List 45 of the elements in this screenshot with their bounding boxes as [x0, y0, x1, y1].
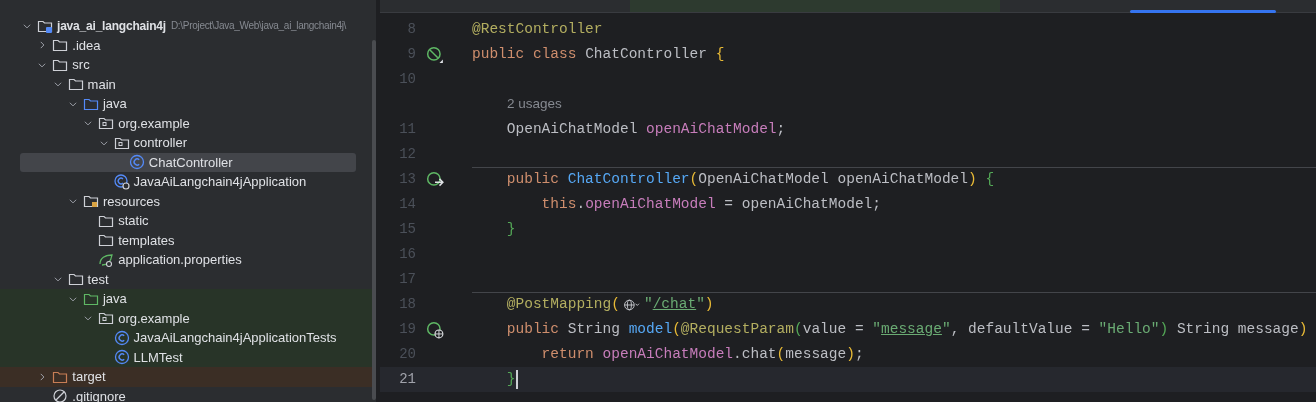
package-icon [98, 310, 115, 327]
tree-item[interactable]: org.example [20, 113, 356, 133]
tree-item[interactable]: java_ai_langchain4j D:\Project\Java_Web\java_ai_langchain4j\ [20, 16, 356, 36]
tree-item[interactable]: main [20, 74, 356, 94]
class-icon [128, 154, 145, 171]
tree-item[interactable]: test [20, 269, 356, 289]
code-line: return openAiChatModel.chat(message); [540, 344, 864, 364]
leaf-icon [98, 251, 115, 268]
tree-item[interactable]: .idea [20, 35, 356, 55]
tree-item[interactable]: static [20, 211, 356, 231]
tree-item[interactable]: src [20, 55, 356, 75]
code-line: OpenAiChatModel openAiChatModel; [505, 119, 786, 139]
code-line: } [505, 369, 518, 391]
code-line: public class ChatController { [472, 44, 725, 64]
folder-icon [98, 232, 115, 249]
spring-class-icon [113, 173, 130, 190]
folder-icon [67, 271, 84, 288]
code-line: public ChatController(OpenAiChatModel openAiChatModel) { [505, 170, 995, 190]
text-cursor [515, 370, 518, 389]
package-icon [98, 115, 115, 132]
folder-icon [52, 37, 69, 54]
tree-item[interactable]: controller [20, 133, 356, 153]
prohibited-icon [52, 388, 69, 402]
code-line: this.openAiChatModel = openAiChatModel; [540, 194, 881, 214]
resources-folder-icon [82, 193, 99, 210]
project-path: D:\Project\Java_Web\java_ai_langchain4j\ [170, 19, 347, 34]
tree-item[interactable]: ChatController [20, 152, 356, 172]
web-endpoint-icon [426, 320, 444, 339]
class-icon [113, 329, 130, 346]
tree-item[interactable]: resources [20, 191, 356, 211]
bean-icon [426, 45, 444, 64]
tree-item[interactable]: application.properties [20, 250, 356, 270]
tree-item[interactable]: JavaAiLangchain4jApplication [20, 172, 356, 192]
line-number: 21 [398, 370, 416, 389]
code-line: @PostMapping( "/chat") [505, 295, 714, 315]
code-line: } [505, 219, 516, 239]
tree-item[interactable]: java [20, 94, 356, 114]
code-line: public String model(@RequestParam(value = "message", defaultValue = "Hello") String message) [505, 319, 1308, 339]
tree-item[interactable]: templates [20, 230, 356, 250]
folder-icon [67, 76, 84, 93]
class-icon [113, 349, 130, 366]
scrollbar[interactable] [372, 40, 376, 400]
code-line: @RestController [472, 19, 603, 39]
injection-icon [426, 170, 444, 189]
usages-hint[interactable]: 2 usages [472, 94, 562, 115]
